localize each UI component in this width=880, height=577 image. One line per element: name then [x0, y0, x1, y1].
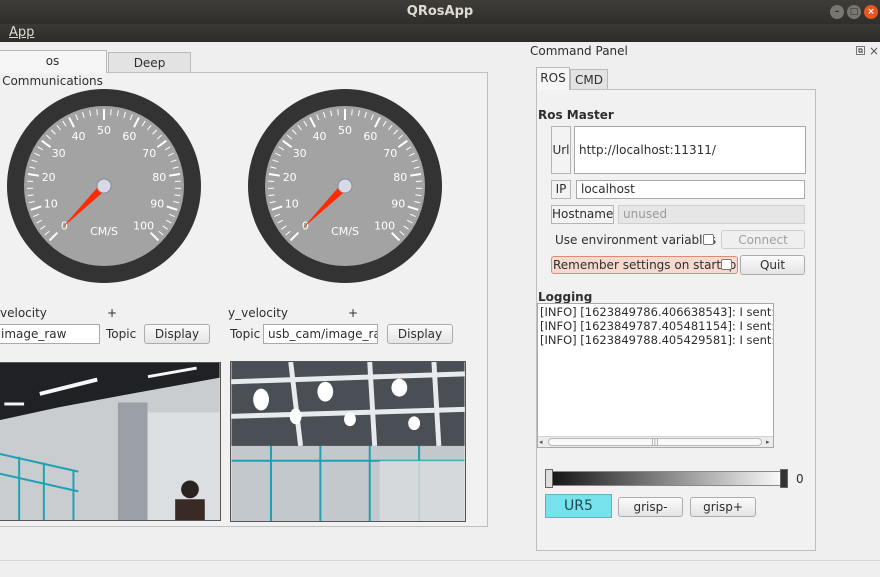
remember-settings-label: Remember settings on startup: [551, 256, 739, 274]
url-label: Url: [551, 126, 571, 174]
topic1-input[interactable]: image_raw: [0, 324, 100, 344]
float-panel-icon[interactable]: ⧉: [856, 46, 865, 55]
gauge-tick-label: 0: [302, 220, 309, 233]
display1-button[interactable]: Display: [144, 324, 210, 344]
log-line: [INFO] [1623849786.406638543]: I sent: h…: [540, 305, 774, 319]
gauge-tick: [96, 109, 98, 116]
ip-input[interactable]: localhost: [576, 180, 805, 199]
gauge-tick-label: 90: [391, 197, 405, 210]
tab-ros-communications[interactable]: os Communications: [0, 50, 107, 88]
gauge-tick-label: 50: [97, 124, 111, 137]
gauge-tick-label: 0: [61, 220, 68, 233]
tab-label: CMD: [575, 73, 603, 87]
scroll-thumb[interactable]: |||: [548, 438, 762, 446]
display2-button[interactable]: Display: [387, 324, 453, 344]
gauge-tick-label: 50: [338, 124, 352, 137]
topic1-label: Topic: [106, 327, 137, 341]
ip-label: IP: [551, 180, 571, 199]
x-plus-label: +: [107, 306, 118, 320]
hostname-input[interactable]: unused: [618, 205, 805, 224]
close-panel-icon[interactable]: ×: [869, 44, 879, 58]
tab-ros[interactable]: ROS: [536, 67, 570, 90]
log-line: [INFO] [1623849788.405429581]: I sent: h…: [540, 333, 774, 347]
log-list[interactable]: [INFO] [1623849786.406638543]: I sent: h…: [537, 303, 774, 448]
gauge-tick: [351, 109, 353, 116]
gauge-unit-label: CM/S: [331, 225, 359, 238]
gauge-hub: [337, 178, 353, 194]
x-velocity-gauge: 010 20 30 40 50 60 70 80 90 100 CM/S: [7, 89, 201, 283]
url-input[interactable]: http://localhost:11311/: [574, 126, 806, 174]
connect-button[interactable]: Connect: [721, 230, 805, 249]
window-title: QRosApp: [406, 4, 474, 19]
gauge-tick: [110, 109, 112, 116]
y-plus-label: +: [348, 306, 359, 320]
gauge-tick-label: 40: [313, 130, 327, 143]
scroll-right-icon[interactable]: ▸: [766, 438, 770, 446]
camera-view-2: [230, 361, 466, 522]
slider-handle-right[interactable]: [780, 469, 788, 488]
ros-master-heading: Ros Master: [538, 108, 614, 122]
gauge-tick-label: 60: [363, 130, 377, 143]
maximize-button[interactable]: □: [847, 5, 861, 19]
command-panel-title: Command Panel: [530, 44, 628, 58]
tab-label: os Communications: [2, 54, 103, 88]
log-horizontal-scrollbar[interactable]: ◂ ||| ▸: [538, 436, 773, 447]
tab-cmd[interactable]: CMD: [570, 69, 608, 90]
ur5-button[interactable]: UR5: [545, 494, 612, 518]
gauge-tick-label: 40: [72, 130, 86, 143]
log-line: [INFO] [1623849787.405481154]: I sent: h…: [540, 319, 774, 333]
topic2-input[interactable]: usb_cam/image_raw: [263, 324, 378, 344]
menu-app[interactable]: App: [9, 25, 34, 40]
topic2-label: Topic: [230, 327, 261, 341]
use-env-label: Use environment variables: [555, 233, 717, 247]
gauge-tick-label: 80: [152, 171, 166, 184]
gauge-hub: [96, 178, 112, 194]
gauge-tick-label: 100: [133, 220, 154, 233]
status-bar-divider: [0, 560, 880, 561]
gauge-tick-label: 20: [42, 171, 56, 184]
grisp-minus-button[interactable]: grisp-: [618, 497, 683, 517]
tab-deep-camera[interactable]: Deep Camera: [108, 52, 191, 90]
hostname-label: Hostname: [551, 205, 614, 224]
quit-button[interactable]: Quit: [740, 255, 805, 275]
slider-handle-left[interactable]: [545, 469, 553, 488]
gauge-tick-label: 100: [374, 220, 395, 233]
minimize-button[interactable]: –: [830, 5, 844, 19]
remember-settings-checkbox[interactable]: [721, 259, 732, 270]
gripper-slider[interactable]: [546, 471, 788, 486]
gauge-tick-label: 10: [44, 197, 58, 210]
scroll-left-icon[interactable]: ◂: [539, 438, 543, 446]
gauge-tick-label: 80: [393, 171, 407, 184]
tab-label: ROS: [540, 71, 566, 85]
x-velocity-label: velocity: [0, 306, 47, 320]
y-velocity-label: y_velocity: [228, 306, 288, 320]
slider-value: 0: [796, 472, 804, 486]
close-button[interactable]: ×: [864, 5, 878, 19]
gauge-tick-label: 30: [293, 147, 307, 160]
gauge-unit-label: CM/S: [90, 225, 118, 238]
camera-view-1: [0, 362, 221, 521]
gauge-tick-label: 90: [150, 197, 164, 210]
gauge-tick-label: 70: [142, 147, 156, 160]
window-title-bar: QRosApp: [0, 0, 880, 24]
gauge-tick-label: 60: [122, 130, 136, 143]
use-env-checkbox[interactable]: [703, 234, 714, 245]
gauge-tick: [337, 109, 339, 116]
grisp-plus-button[interactable]: grisp+: [690, 497, 756, 517]
gauge-tick-label: 70: [383, 147, 397, 160]
y-velocity-gauge: 010 20 30 40 50 60 70 80 90 100 CM/S: [248, 89, 442, 283]
gauge-tick-label: 30: [52, 147, 66, 160]
logging-heading: Logging: [538, 290, 593, 304]
menu-bar: App: [0, 24, 880, 42]
gauge-tick-label: 10: [285, 197, 299, 210]
gauge-tick-label: 20: [283, 171, 297, 184]
